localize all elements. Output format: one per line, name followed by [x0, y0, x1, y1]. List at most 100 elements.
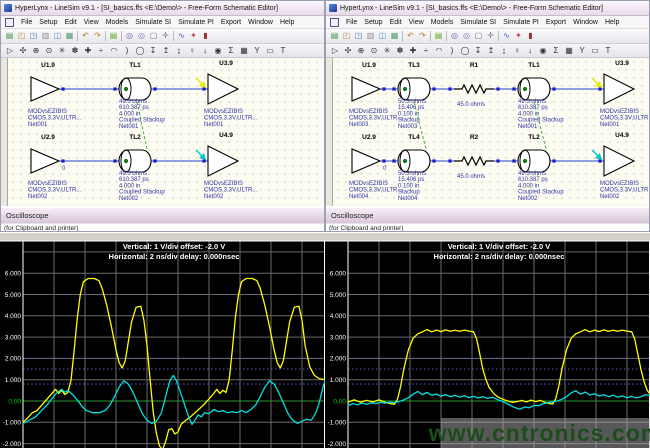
menu-item-simulate-si[interactable]: Simulate SI: [135, 19, 171, 26]
pan-icon[interactable]: ✛: [160, 30, 171, 42]
driver-buffer-U1.9[interactable]: [31, 77, 59, 101]
add-divider-icon[interactable]: ÷: [95, 45, 107, 56]
receiver-buffer-U4.9[interactable]: [208, 146, 238, 176]
ground-icon[interactable]: ↓: [524, 45, 536, 56]
title-bar[interactable]: HyperLynx - LineSim v9.1 - [SI_basics.ff…: [326, 1, 649, 16]
terminator-up-icon[interactable]: ↥: [160, 45, 172, 56]
add-circle-icon[interactable]: ◯: [134, 45, 146, 56]
new-file-icon[interactable]: ▤: [329, 30, 340, 42]
undo-icon[interactable]: ↶: [80, 30, 91, 42]
add-circle-icon[interactable]: ◯: [459, 45, 471, 56]
ibis-model-icon[interactable]: ▮: [200, 30, 211, 42]
wizard-icon[interactable]: ✦: [513, 30, 524, 42]
add-star-icon[interactable]: ✳: [381, 45, 393, 56]
menu-item-window[interactable]: Window: [573, 19, 598, 26]
menu-item-simulate-pi[interactable]: Simulate PI: [178, 19, 214, 26]
redo-icon[interactable]: ↷: [417, 30, 428, 42]
y-junction-icon[interactable]: Y: [576, 45, 588, 56]
menu-item-file[interactable]: File: [21, 19, 32, 26]
menu-item-edit[interactable]: Edit: [390, 19, 402, 26]
print-icon[interactable]: ▥: [40, 30, 51, 42]
node-icon[interactable]: ◉: [537, 45, 549, 56]
add-oscillator-icon[interactable]: ⊙: [368, 45, 380, 56]
y-junction-icon[interactable]: Y: [251, 45, 263, 56]
schematic-canvas[interactable]: U1.9MODvsEZIBISCMOS,3.3V,ULTR...Net003TL…: [326, 58, 650, 206]
stackup-editor-icon[interactable]: ▤: [433, 30, 444, 42]
schematic-canvas[interactable]: U1.9MODvsEZIBISCMOS,3.3V,ULTR...Net001TL…: [1, 58, 325, 206]
menu-item-view[interactable]: View: [409, 19, 424, 26]
zoom-in-icon[interactable]: ◎: [449, 30, 460, 42]
ibis-model-icon[interactable]: ▮: [525, 30, 536, 42]
export-icon[interactable]: ▦: [64, 30, 75, 42]
undo-icon[interactable]: ↶: [405, 30, 416, 42]
terminator-updown-icon[interactable]: ↨: [498, 45, 510, 56]
menu-item-window[interactable]: Window: [248, 19, 273, 26]
rect-tool-icon[interactable]: ▭: [589, 45, 601, 56]
open-file-icon[interactable]: ◰: [16, 30, 27, 42]
grid-box-icon[interactable]: ▦: [238, 45, 250, 56]
menu-item-models[interactable]: Models: [106, 19, 129, 26]
transmission-line-TL2[interactable]: [119, 150, 151, 172]
driver-buffer-U2.9[interactable]: [352, 149, 380, 173]
menu-item-setup[interactable]: Setup: [364, 19, 382, 26]
export-icon[interactable]: ▦: [389, 30, 400, 42]
add-divider-icon[interactable]: ÷: [420, 45, 432, 56]
terminator-down-icon[interactable]: ↧: [472, 45, 484, 56]
oscilloscope-title-bar[interactable]: Oscilloscope: [326, 206, 649, 223]
grid-box-icon[interactable]: ▦: [563, 45, 575, 56]
add-bracket-icon[interactable]: ): [446, 45, 458, 56]
oscilloscope-title-bar[interactable]: Oscilloscope: [1, 206, 324, 223]
zoom-in-icon[interactable]: ◎: [124, 30, 135, 42]
add-ic-icon[interactable]: ⊕: [30, 45, 42, 56]
terminator-down-icon[interactable]: ↧: [147, 45, 159, 56]
text-tool-icon[interactable]: T: [602, 45, 614, 56]
probe-tool-icon[interactable]: ♀: [186, 45, 198, 56]
redo-icon[interactable]: ↷: [92, 30, 103, 42]
menu-item-help[interactable]: Help: [605, 19, 619, 26]
open-file-icon[interactable]: ◰: [341, 30, 352, 42]
receiver-buffer-U4.9[interactable]: [604, 146, 634, 176]
menu-item-export[interactable]: Export: [221, 19, 241, 26]
add-ic-icon[interactable]: ⊕: [355, 45, 367, 56]
add-arc-icon[interactable]: ◠: [433, 45, 445, 56]
resistor-R2[interactable]: [454, 157, 494, 165]
transmission-line-TL1[interactable]: [119, 78, 151, 100]
print-icon[interactable]: ▥: [365, 30, 376, 42]
text-tool-icon[interactable]: T: [277, 45, 289, 56]
add-star-icon[interactable]: ✳: [56, 45, 68, 56]
transmission-line-TL3[interactable]: [398, 78, 430, 100]
sigma-icon[interactable]: Σ: [550, 45, 562, 56]
menu-item-view[interactable]: View: [84, 19, 99, 26]
transmission-line-TL2[interactable]: [518, 150, 550, 172]
run-simulation-icon[interactable]: ▷: [329, 45, 341, 56]
mdi-child-icon[interactable]: [5, 18, 14, 27]
title-bar[interactable]: HyperLynx - LineSim v9.1 - [SI_basics.ff…: [1, 1, 324, 16]
driver-buffer-U2.9[interactable]: [31, 149, 59, 173]
zoom-out-icon[interactable]: ◎: [136, 30, 147, 42]
mdi-child-icon[interactable]: [330, 18, 339, 27]
add-plus-icon[interactable]: ✚: [407, 45, 419, 56]
save-file-icon[interactable]: ◳: [28, 30, 39, 42]
rect-tool-icon[interactable]: ▭: [264, 45, 276, 56]
scope-probe-icon[interactable]: ∿: [501, 30, 512, 42]
menu-item-edit[interactable]: Edit: [65, 19, 77, 26]
zoom-fit-icon[interactable]: ▢: [473, 30, 484, 42]
ground-icon[interactable]: ↓: [199, 45, 211, 56]
add-plus-icon[interactable]: ✚: [82, 45, 94, 56]
pan-icon[interactable]: ✛: [485, 30, 496, 42]
select-region-icon[interactable]: ✣: [342, 45, 354, 56]
print-preview-icon[interactable]: ◫: [377, 30, 388, 42]
driver-buffer-U1.9[interactable]: [352, 77, 380, 101]
scope-probe-icon[interactable]: ∿: [176, 30, 187, 42]
sigma-icon[interactable]: Σ: [225, 45, 237, 56]
stackup-editor-icon[interactable]: ▤: [108, 30, 119, 42]
transmission-line-TL1[interactable]: [518, 78, 550, 100]
menu-item-file[interactable]: File: [346, 19, 357, 26]
terminator-up-icon[interactable]: ↥: [485, 45, 497, 56]
transmission-line-TL4[interactable]: [398, 150, 430, 172]
probe-tool-icon[interactable]: ♀: [511, 45, 523, 56]
menu-item-simulate-si[interactable]: Simulate SI: [460, 19, 496, 26]
new-file-icon[interactable]: ▤: [4, 30, 15, 42]
wizard-icon[interactable]: ✦: [188, 30, 199, 42]
add-flower-icon[interactable]: ✽: [69, 45, 81, 56]
